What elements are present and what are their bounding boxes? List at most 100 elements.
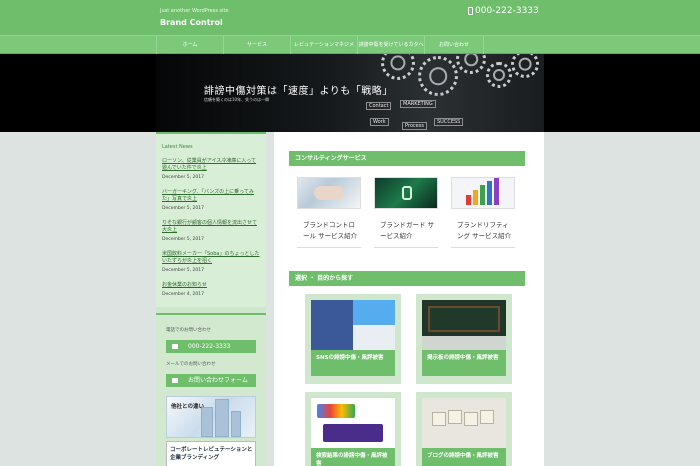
hero-tag-process: Process [402,122,427,130]
nav-item-contact[interactable]: お問い合わせ [424,36,484,54]
service-card-brand-lifting[interactable]: ブランドリフティング サービス紹介 [451,177,515,248]
branding-banner-text: コーポレートレピュテーションと企業ブランディング [170,447,253,461]
desk-shape [422,336,506,350]
news-item: 米国飲料メーカー「Soba」のちょっとしたいたずらが炎上を招く December… [162,251,260,273]
global-nav: ホーム サービス レピュテーションマネジメ 誹謗中傷を受けているカタへ お問い合… [0,35,700,54]
chart-bar-shape [494,178,499,205]
news-date: December 5, 2017 [162,237,204,242]
news-link[interactable]: バーガーキング、「バンズの上に乗ってみた」写真で炎上 [162,189,260,203]
chart-bar-shape [487,181,492,205]
hero-tag-marketing: MARKETING [400,100,436,108]
letter-block-shape [448,410,462,424]
damage-card-search[interactable]: 検索結果の誹謗中傷・風評被害 [305,392,401,466]
phone-contact-label: 電話でのお問い合わせ [166,328,211,333]
sidebar: Latest News ローソン、従業員がアイス冷凍庫に入って遊んでいた件で炎上… [156,132,266,466]
contact-form-button-label: お問い合わせフォーム [188,377,248,384]
news-date: December 5, 2017 [162,268,204,273]
difference-banner[interactable]: 他社との違い [166,396,256,438]
news-date: December 4, 2017 [162,292,204,297]
damage-caption: SNSの誹謗中傷・風評被害 [311,350,395,376]
damage-card-bbs[interactable]: 掲示板の誹謗中傷・風評被害 [416,294,512,384]
gear-icon [511,54,539,78]
branding-banner[interactable]: コーポレートレピュテーションと企業ブランディング [166,441,256,466]
phone-button[interactable]: 000-222-3333 [166,340,256,353]
chart-bar-shape [473,190,478,205]
service-card-brand-control[interactable]: ブランドコントロール サービス紹介 [297,177,361,248]
damage-section-header: 選択 ・ 目的から探す [289,271,525,286]
news-link[interactable]: 米国飲料メーカー「Soba」のちょっとしたいたずらが炎上を招く [162,251,260,265]
phone-button-label: 000-222-3333 [188,343,231,350]
building-shape [231,411,241,437]
mail-icon [172,378,178,383]
lock-icon [402,186,412,200]
damage-thumbnail [311,300,395,350]
service-card-brand-guard[interactable]: ブランドガード サービス紹介 [374,177,438,248]
social-tile-shape [353,300,395,325]
letter-block-shape [464,412,478,426]
latest-news-widget: Latest News ローソン、従業員がアイス冷凍庫に入って遊んでいた件で炎上… [156,132,266,307]
damage-caption: 検索結果の誹謗中傷・風評被害 [311,448,395,466]
news-link[interactable]: ローソン、従業員がアイス冷凍庫に入って遊んでいた件で炎上 [162,158,260,172]
service-label: ブランドガード サービス紹介 [380,221,435,240]
news-item: ローソン、従業員がアイス冷凍庫に入って遊んでいた件で炎上 December 5,… [162,158,260,180]
hero-subtitle: 信頼を築くのは10年、失うのは一瞬 [204,97,270,102]
gear-icon [381,54,415,80]
header-phone-number: 000-222-3333 [475,6,539,16]
service-thumbnail [297,177,361,209]
search-logo-shape [317,404,355,418]
hero-banner: Contact Work MARKETING Process SUCCESS 誹… [0,54,700,132]
difference-banner-text: 他社との違い [171,404,204,410]
contact-form-button[interactable]: お問い合わせフォーム [166,374,256,387]
news-item: りそな銀行が顧客の個人情報を流出させて大炎上 December 5, 2017 [162,220,260,242]
service-label: ブランドリフティング サービス紹介 [457,221,512,240]
mail-contact-label: メールでのお問い合わせ [166,362,216,367]
news-link[interactable]: お金休業のお知らせ [162,282,260,289]
social-tile-shape [311,300,353,350]
hero-title: 誹謗中傷対策は「速度」よりも「戦略」 [204,86,393,97]
divider [374,247,438,248]
damage-card-blog[interactable]: ブログの誹謗中傷・風評被害 [416,392,512,466]
news-item: バーガーキング、「バンズの上に乗ってみた」写真で炎上 December 5, 2… [162,189,260,211]
news-link[interactable]: りそな銀行が顧客の個人情報を流出させて大炎上 [162,220,260,234]
search-logo-shape [323,424,383,442]
damage-thumbnail [311,398,395,448]
building-shape [201,407,213,437]
social-tile-shape [353,325,395,350]
service-thumbnail [374,177,438,209]
contact-widget: 電話でのお問い合わせ 000-222-3333 メールでのお問い合わせ お問い合… [156,313,266,466]
service-thumbnail [451,177,515,209]
services-section-header: コンサルティングサービス [289,151,525,166]
news-date: December 5, 2017 [162,175,204,180]
nav-item-home[interactable]: ホーム [156,36,223,54]
site-title[interactable]: Brand Control [160,18,223,27]
damage-caption: 掲示板の誹謗中傷・風評被害 [422,350,506,376]
nav-item-reputation[interactable]: レピュテーションマネジメ [290,36,357,54]
nav-item-victims[interactable]: 誹謗中傷を受けているカタへ [357,36,424,54]
hero-tag-work: Work [370,118,389,126]
hero-tag-success: SUCCESS [434,118,464,126]
site-tagline: Just another WordPress site [160,8,229,14]
letter-block-shape [432,412,446,426]
chart-bar-shape [480,185,485,205]
gear-icon [418,56,458,96]
letter-block-shape [480,410,494,424]
phone-icon [468,7,473,15]
main-content: コンサルティングサービス ブランドコントロール サービス紹介 ブランドガード サ… [274,132,544,466]
service-label: ブランドコントロール サービス紹介 [303,221,358,240]
divider [297,247,361,248]
handshake-shape [314,186,344,200]
phone-icon [172,344,178,349]
nav-item-services[interactable]: サービス [223,36,290,54]
damage-caption: ブログの誹謗中傷・風評被害 [422,448,506,466]
chart-bar-shape [466,195,471,205]
gear-icon [486,62,512,88]
hero-image: Contact Work MARKETING Process SUCCESS 誹… [156,54,544,132]
news-item: お金休業のお知らせ December 4, 2017 [162,282,260,297]
building-shape [215,399,229,437]
damage-thumbnail [422,398,506,448]
damage-card-sns[interactable]: SNSの誹謗中傷・風評被害 [305,294,401,384]
site-header: Just another WordPress site Brand Contro… [0,0,700,35]
damage-thumbnail [422,300,506,350]
header-phone[interactable]: 000-222-3333 [468,6,539,16]
blackboard-shape [428,306,500,332]
